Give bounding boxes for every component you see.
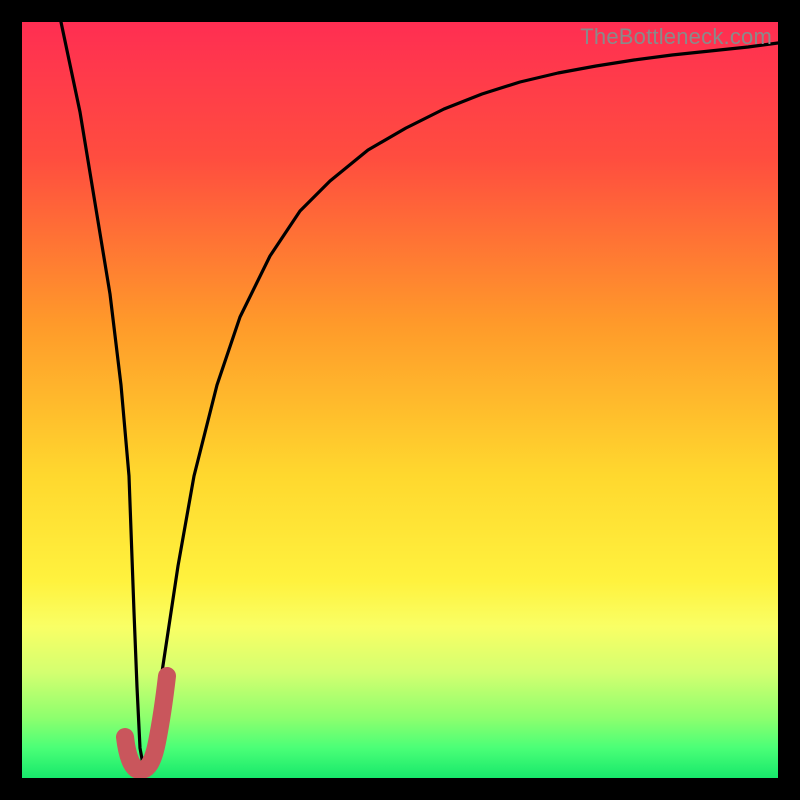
chart-frame: TheBottleneck.com (0, 0, 800, 800)
plot-area: TheBottleneck.com (22, 22, 778, 778)
chart-svg (22, 22, 778, 778)
